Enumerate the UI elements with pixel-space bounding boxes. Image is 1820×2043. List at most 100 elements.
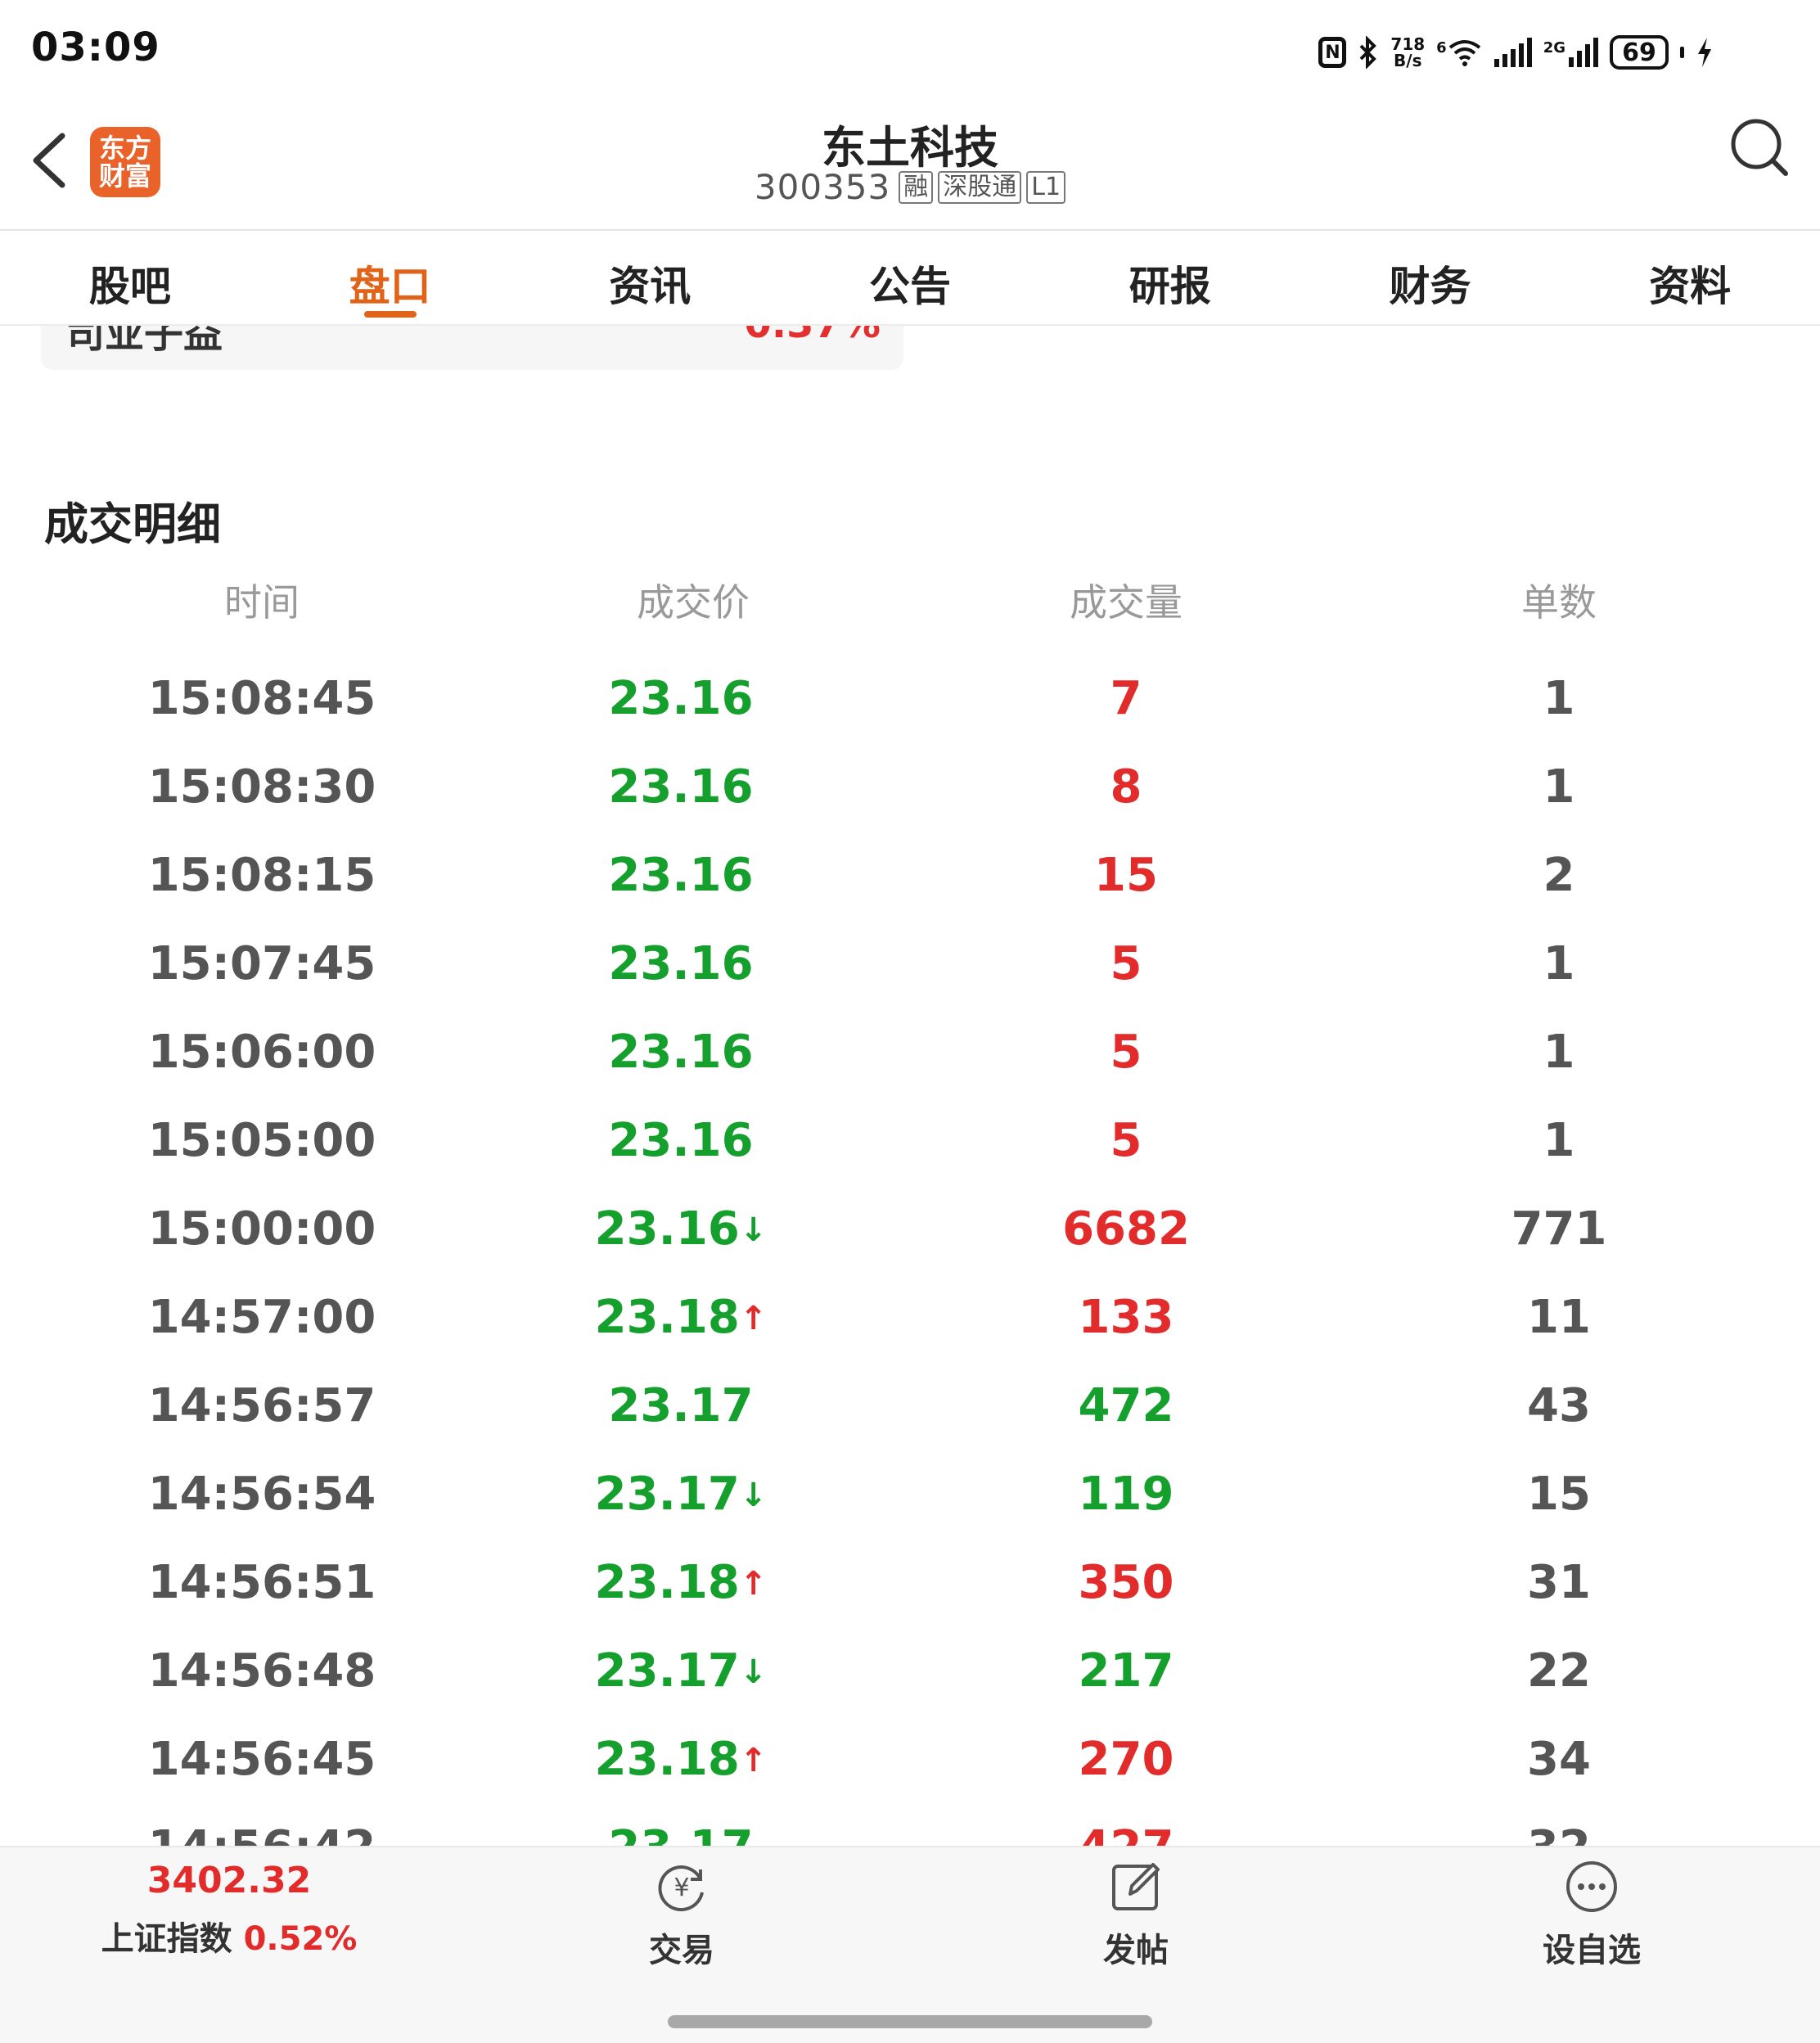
tag-margin: 融 [899,170,934,204]
partial-stat-value: 0.37% [744,326,881,347]
tab-bar: 股吧 盘口 资讯 公告 研报 财务 资料 [0,231,1820,324]
trade-price: 23.16↓ [517,1185,845,1274]
tab-finance[interactable]: 财务 [1300,231,1561,324]
col-header-count: 单数 [1521,580,1597,625]
trade-time: 15:07:45 [147,937,376,990]
trade-time: 14:56:45 [147,1733,376,1786]
svg-text:¥: ¥ [673,1874,689,1902]
trade-count: 32 [1395,1804,1723,1846]
wifi-icon: 6 [1436,38,1483,67]
index-change: 0.52% [243,1920,358,1958]
trade-row: 14:56:54 23.17↓ 119 15 [0,1450,1820,1539]
trade-time: 15:08:15 [147,849,376,902]
trade-price-value: 23.16 [608,760,754,814]
trade-button[interactable]: ¥ 交易 [583,1858,780,1971]
trade-row: 15:00:00 23.16↓ 6682 771 [0,1185,1820,1274]
trade-volume: 5 [1110,1026,1142,1079]
trade-price: 23.18↑ [517,1539,845,1628]
trade-row: 14:56:42 23.17 427 32 [0,1804,1820,1846]
partial-stat-label: 司业子益 [65,326,223,357]
trade-yen-icon: ¥ [658,1865,704,1911]
trade-label: 交易 [649,1932,714,1969]
trade-row: 15:07:45 23.16 5 1 [0,920,1820,1008]
trade-time: 14:56:51 [147,1556,376,1609]
trade-price: 23.18↑ [517,1274,845,1363]
trade-time: 15:00:00 [147,1202,376,1256]
arrow-down-icon: ↓ [739,1211,768,1249]
trade-price-value: 23.16 [608,672,754,725]
trade-price-value: 23.18 [594,1556,740,1609]
arrow-up-icon: ↑ [739,1565,768,1603]
arrow-up-icon: ↑ [739,1300,768,1337]
status-icons: N 718 B/s 6 2G 69 [1318,29,1714,75]
tag-level: L1 [1026,170,1066,204]
trade-row: 14:56:45 23.18↑ 270 34 [0,1716,1820,1804]
trade-row: 15:08:45 23.16 7 1 [0,655,1820,743]
trade-row: 15:05:00 23.16 5 1 [0,1097,1820,1185]
partial-stat-card: 司业子益 0.37% [41,326,903,370]
tab-research[interactable]: 研报 [1040,231,1300,324]
tab-guba[interactable]: 股吧 [0,231,260,324]
tag-connect: 深股通 [938,170,1022,204]
trade-volume: 7 [1110,672,1142,725]
tab-pankou[interactable]: 盘口 [260,231,520,324]
add-watchlist-button[interactable]: 设自选 [1493,1858,1690,1971]
status-time: 03:09 [31,25,160,70]
trade-price-value: 23.16 [608,849,754,902]
trade-row: 15:06:00 23.16 5 1 [0,1008,1820,1097]
trade-count: 1 [1543,760,1575,814]
arrow-up-icon: ↑ [739,1742,768,1779]
tab-announcements[interactable]: 公告 [780,231,1040,324]
arrow-down-icon: ↓ [739,1477,768,1514]
trade-count: 31 [1527,1556,1591,1609]
more-dots-icon [1566,1861,1617,1912]
index-summary[interactable]: 上证指数 0.52% [49,1912,409,1960]
trade-volume: 15 [1094,849,1158,902]
trade-volume: 270 [1078,1733,1174,1786]
trade-volume: 133 [1078,1291,1174,1344]
trade-volume: 5 [1110,1114,1142,1167]
col-header-price: 成交价 [637,580,750,625]
watchlist-label: 设自选 [1543,1932,1641,1969]
tab-news[interactable]: 资讯 [520,231,780,324]
edit-post-icon [1112,1863,1160,1910]
net-speed: 718 B/s [1390,34,1426,70]
stock-subtitle: 300353 融 深股通 L1 [0,167,1820,207]
trade-time: 15:06:00 [147,1026,376,1079]
trade-count: 2 [1543,849,1575,902]
trade-price: 23.16 [517,655,845,743]
trade-price-value: 23.18 [594,1733,740,1786]
trade-row: 14:56:51 23.18↑ 350 31 [0,1539,1820,1627]
index-value[interactable]: 3402.32 [49,1860,409,1901]
trade-row: 14:56:57 23.17 472 43 [0,1362,1820,1450]
trade-price-value: 23.17 [608,1379,754,1432]
charging-icon [1698,38,1711,67]
trade-count: 1 [1543,1114,1575,1167]
trade-price: 23.17↓ [517,1627,845,1716]
trade-price: 23.16 [517,1097,845,1185]
tab-profile[interactable]: 资料 [1560,231,1820,324]
bluetooth-icon [1359,36,1377,69]
trade-time: 15:08:30 [147,760,376,814]
trade-count: 15 [1527,1468,1591,1521]
trade-price: 23.16 [517,920,845,1008]
trade-list[interactable]: 15:08:45 23.16 7 1 15:08:30 23.16 8 1 15:08:15 23… [0,655,1820,1846]
trade-row: 14:57:00 23.18↑ 133 11 [0,1274,1820,1362]
post-button[interactable]: 发帖 [1038,1858,1234,1971]
search-icon[interactable] [1727,115,1792,180]
trade-volume: 217 [1078,1644,1174,1698]
trade-time: 14:57:00 [147,1291,376,1344]
trade-time: 14:56:48 [147,1644,376,1698]
trade-count: 771 [1511,1202,1607,1256]
trade-price-value: 23.17 [608,1821,753,1846]
col-header-time: 时间 [224,580,300,625]
trade-volume: 350 [1078,1556,1174,1609]
trade-price-value: 23.17 [594,1644,740,1698]
trade-row: 14:56:48 23.17↓ 217 22 [0,1627,1820,1716]
home-indicator[interactable] [668,2015,1152,2028]
signal-icon [1493,38,1532,67]
trade-price-value: 23.16 [594,1202,740,1256]
trade-count: 43 [1527,1379,1591,1432]
trade-count: 11 [1527,1291,1591,1344]
trade-volume: 472 [1078,1379,1174,1432]
